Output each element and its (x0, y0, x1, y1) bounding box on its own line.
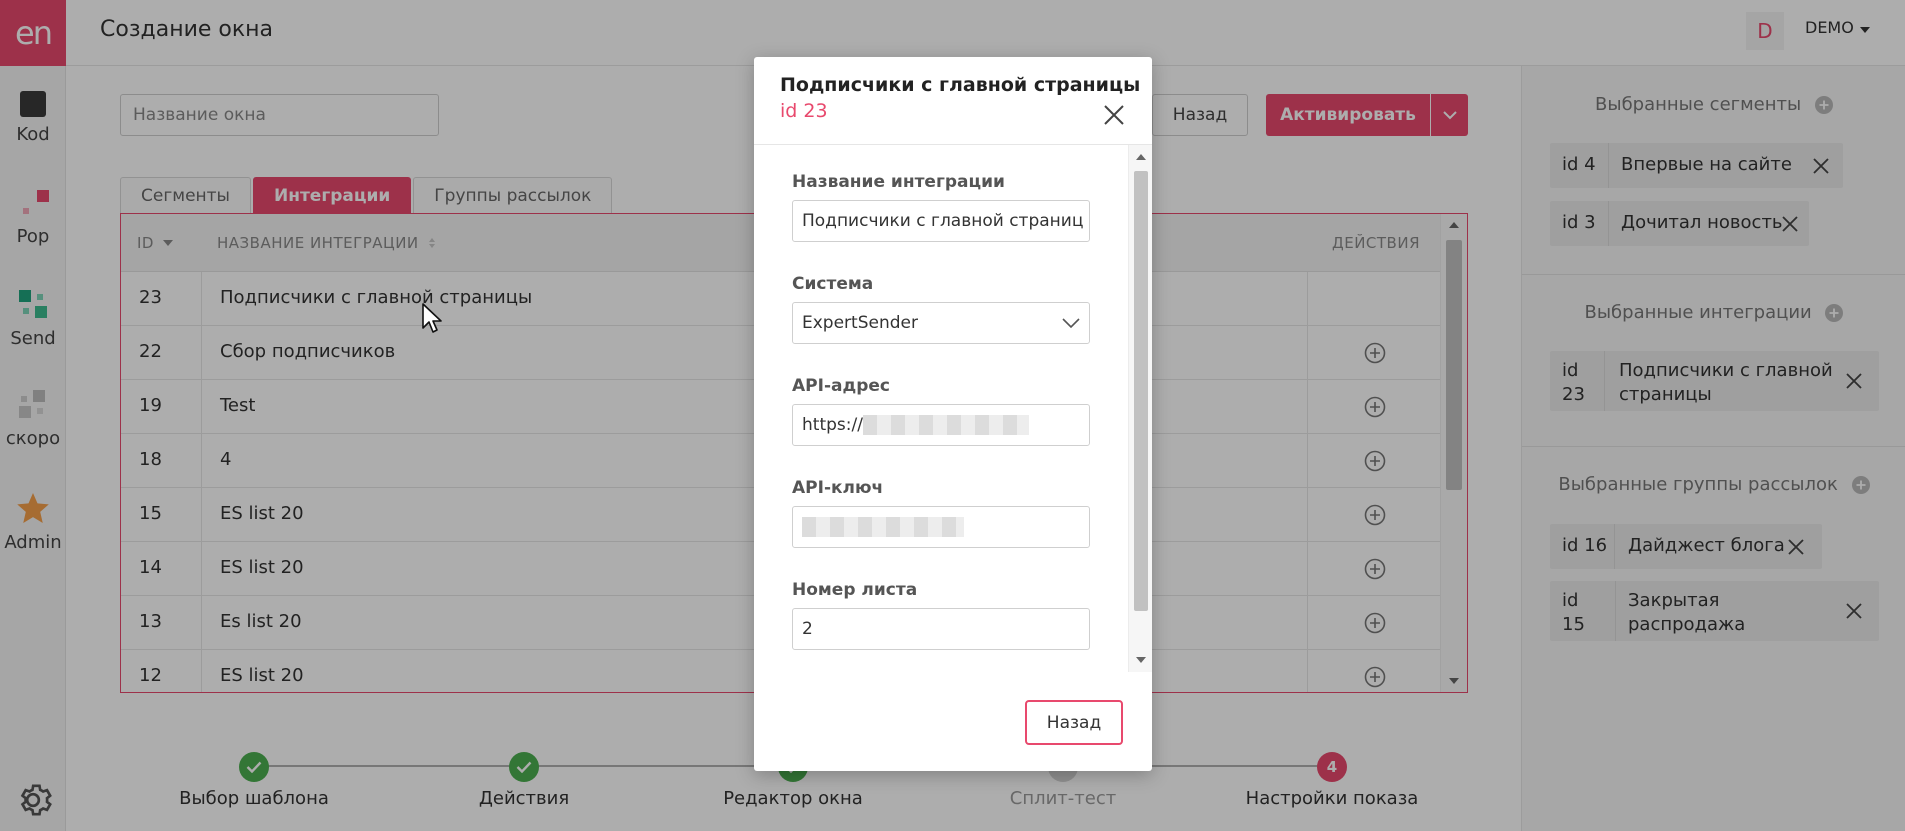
list-number-label: Номер листа (792, 580, 918, 600)
api-key-label: API-ключ (792, 478, 884, 498)
modal-subtitle: id 23 (780, 100, 828, 122)
api-url-field[interactable]: https:// (792, 404, 1090, 446)
redacted-blur (862, 415, 1029, 435)
mouse-cursor-icon (422, 303, 442, 333)
integration-name-field[interactable]: Подписчики с главной страниц (792, 200, 1090, 242)
integration-modal: Подписчики с главной страницы id 23 Назв… (754, 57, 1152, 771)
system-selected-value: ExpertSender (802, 313, 918, 333)
system-label: Система (792, 274, 874, 294)
scrollbar-thumb[interactable] (1134, 171, 1148, 611)
api-url-label: API-адрес (792, 376, 890, 396)
modal-title: Подписчики с главной страницы (780, 74, 1141, 96)
system-select[interactable]: ExpertSender (792, 302, 1090, 344)
integration-name-label: Название интеграции (792, 172, 1005, 192)
api-url-prefix: https:// (802, 415, 863, 435)
close-icon[interactable] (1102, 103, 1126, 127)
redacted-blur (802, 517, 964, 537)
modal-body: Название интеграции Подписчики с главной… (754, 145, 1152, 672)
modal-back-button[interactable]: Назад (1025, 700, 1123, 745)
modal-scrollbar[interactable] (1128, 145, 1152, 672)
api-key-field[interactable] (792, 506, 1090, 548)
scroll-down-arrow-icon[interactable] (1136, 657, 1146, 663)
chevron-down-icon (1062, 318, 1080, 328)
scroll-up-arrow-icon[interactable] (1136, 154, 1146, 160)
list-number-field[interactable]: 2 (792, 608, 1090, 650)
